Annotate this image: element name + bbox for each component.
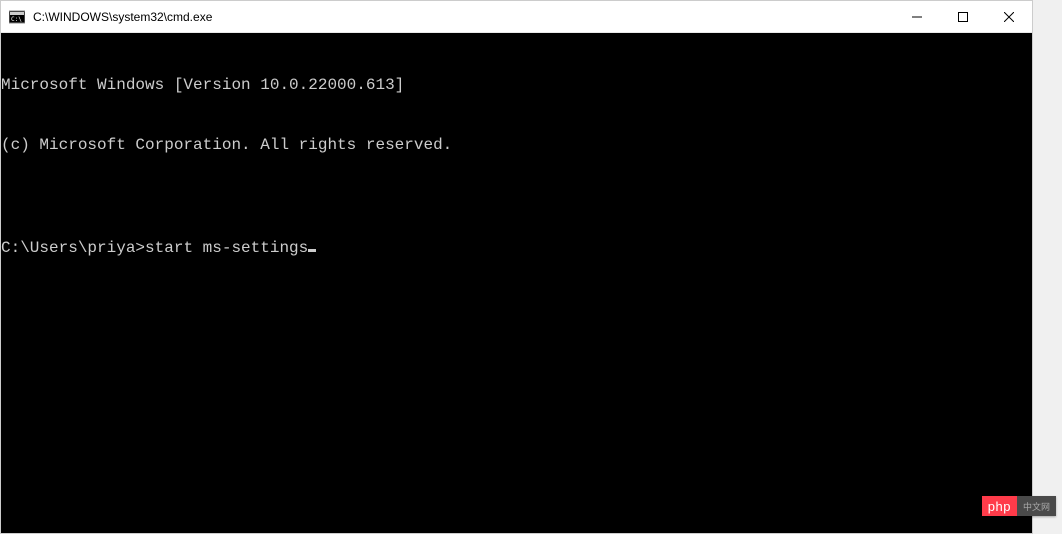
terminal-output-line: Microsoft Windows [Version 10.0.22000.61… — [1, 75, 1032, 95]
cmd-icon: C:\ — [9, 9, 25, 25]
terminal-output-line: (c) Microsoft Corporation. All rights re… — [1, 135, 1032, 155]
terminal-command: start ms-settings — [145, 238, 308, 258]
terminal-prompt-line: C:\Users\priya>start ms-settings — [1, 235, 1032, 258]
svg-text:C:\: C:\ — [11, 16, 22, 23]
window-title: C:\WINDOWS\system32\cmd.exe — [33, 10, 212, 24]
window-controls — [894, 1, 1032, 33]
close-button[interactable] — [986, 1, 1032, 33]
terminal-prompt: C:\Users\priya> — [1, 238, 145, 258]
watermark-left: php — [982, 496, 1017, 516]
terminal-body[interactable]: Microsoft Windows [Version 10.0.22000.61… — [1, 33, 1032, 533]
terminal-cursor — [308, 249, 316, 252]
watermark: php 中文网 — [982, 496, 1056, 516]
titlebar[interactable]: C:\ C:\WINDOWS\system32\cmd.exe — [1, 1, 1032, 33]
cmd-window: C:\ C:\WINDOWS\system32\cmd.exe Microsof… — [0, 0, 1033, 534]
minimize-button[interactable] — [894, 1, 940, 33]
watermark-right: 中文网 — [1017, 496, 1056, 516]
titlebar-left: C:\ C:\WINDOWS\system32\cmd.exe — [9, 9, 212, 25]
maximize-button[interactable] — [940, 1, 986, 33]
